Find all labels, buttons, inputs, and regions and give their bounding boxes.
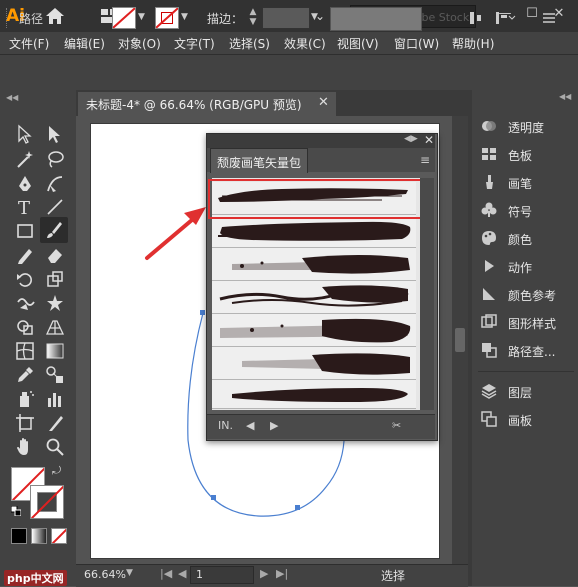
panel-label: 画笔 <box>508 177 533 191</box>
panel-artboards[interactable]: 画板 <box>472 406 578 432</box>
layers-icon <box>481 384 497 399</box>
panel-label: 图形样式 <box>508 317 557 331</box>
symbols-icon <box>481 202 497 217</box>
remove-brush-icon[interactable]: ✂ <box>392 419 401 432</box>
collapse-panel-icon[interactable]: ◀▶ <box>404 134 418 144</box>
panel-label: 色板 <box>508 149 533 163</box>
first-artboard-icon[interactable]: |◀ <box>160 567 172 580</box>
color-icon <box>482 231 496 245</box>
brush-list-scrollbar[interactable] <box>420 178 434 410</box>
status-text: 选择 <box>381 569 406 583</box>
close-icon[interactable]: ✕ <box>424 133 434 147</box>
panel-pathfinder[interactable]: 路径查... <box>472 337 578 363</box>
last-artboard-icon[interactable]: ▶| <box>276 567 288 580</box>
panel-color[interactable]: 颜色 <box>472 225 578 251</box>
selected-brush-highlight <box>208 179 424 219</box>
panel-color-guide[interactable]: 颜色参考 <box>472 281 578 307</box>
brush-item[interactable] <box>212 347 416 380</box>
brush-item[interactable] <box>212 281 416 314</box>
chevron-down-icon[interactable]: ▼ <box>126 568 140 578</box>
pathfinder-icon <box>482 343 497 358</box>
brush-item[interactable] <box>212 215 416 248</box>
graphic-styles-icon <box>481 314 497 328</box>
brush-icon <box>486 175 493 189</box>
watermark-logo: php中文网 <box>4 570 67 586</box>
panel-actions[interactable]: 动作 <box>472 253 578 279</box>
panel-swatches[interactable]: 色板 <box>472 141 578 167</box>
zoom-level[interactable]: 66.64% <box>84 568 126 581</box>
previous-library-icon[interactable]: ◀ <box>246 419 254 432</box>
panel-label: 符号 <box>508 205 533 219</box>
scrollbar-thumb[interactable] <box>455 328 465 352</box>
panel-label: 颜色 <box>508 233 533 247</box>
panel-title-bar[interactable] <box>207 134 435 148</box>
transparency-icon <box>482 121 496 131</box>
brush-library-tab-label: 颓废画笔矢量包 <box>217 156 302 170</box>
panel-label: 画板 <box>508 414 533 428</box>
panel-label: 透明度 <box>508 121 545 135</box>
panel-brushes[interactable]: 画笔 <box>472 169 578 195</box>
panel-label: 图层 <box>508 386 533 400</box>
panel-group-divider <box>478 371 574 372</box>
previous-artboard-icon[interactable]: ◀ <box>178 567 186 580</box>
panel-symbols[interactable]: 符号 <box>472 197 578 223</box>
artboard-number: 1 <box>196 568 203 581</box>
panel-graphic-styles[interactable]: 图形样式 <box>472 309 578 335</box>
panel-label: 动作 <box>508 261 533 275</box>
panel-label: 颜色参考 <box>508 289 557 303</box>
expand-panels-icon[interactable]: ◀◀ <box>559 92 571 101</box>
next-artboard-icon[interactable]: ▶ <box>260 567 268 580</box>
actions-icon <box>485 260 494 272</box>
panel-label: 路径查... <box>508 345 556 359</box>
brush-item[interactable] <box>212 314 416 347</box>
panel-transparency[interactable]: 透明度 <box>472 113 578 139</box>
library-menu-icon[interactable]: IN. <box>218 419 233 432</box>
brush-item[interactable] <box>212 380 416 409</box>
brush-item[interactable] <box>212 248 416 281</box>
artboards-icon <box>481 411 497 427</box>
panel-layers[interactable]: 图层 <box>472 378 578 404</box>
swatches-icon <box>482 148 496 160</box>
panel-menu-icon[interactable]: ≡ <box>420 153 430 167</box>
next-library-icon[interactable]: ▶ <box>270 419 278 432</box>
color-guide-icon <box>483 288 495 300</box>
brush-library-tab[interactable]: 颓废画笔矢量包 <box>210 148 308 173</box>
